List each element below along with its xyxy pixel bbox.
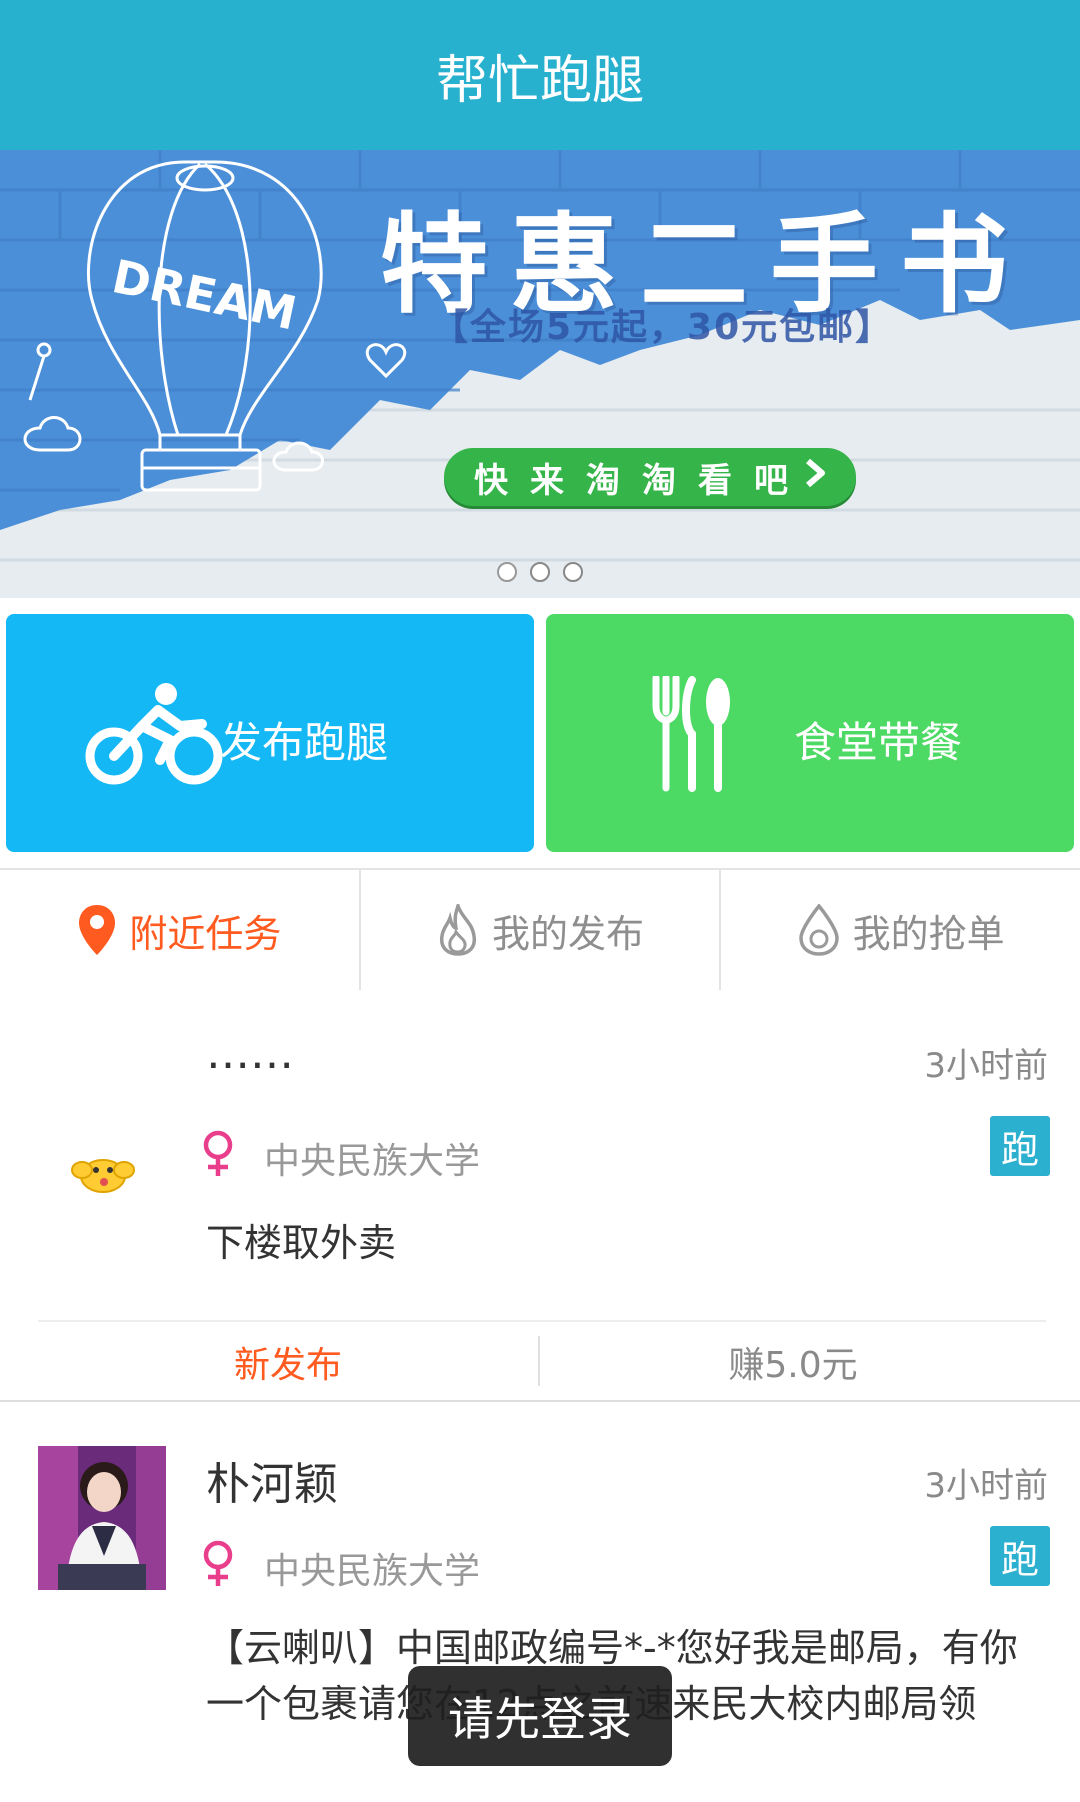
- task-card-footer: 新发布 赚5.0元: [38, 1320, 1046, 1402]
- female-icon: [200, 1130, 236, 1178]
- carousel-dot[interactable]: [563, 562, 583, 582]
- tab-label: 我的发布: [492, 911, 645, 956]
- drop-icon: [797, 904, 841, 956]
- post-time: 3小时前: [924, 1466, 1048, 1506]
- user-photo: [38, 1446, 166, 1590]
- flame-icon: [436, 904, 480, 956]
- task-card[interactable]: …… 3小时前 中央民族大学 跑 下楼取外卖 新发布 赚5.0元: [0, 990, 1080, 1400]
- cutlery-icon: [652, 674, 732, 802]
- banner-subtitle: 【全场5元起，30元包邮】: [432, 307, 894, 348]
- tab-nearby-tasks[interactable]: 附近任务: [0, 870, 359, 990]
- carousel-dot[interactable]: [530, 562, 550, 582]
- errand-badge: 跑: [990, 1526, 1050, 1586]
- post-time: 3小时前: [924, 1046, 1048, 1086]
- canteen-delivery-button[interactable]: 食堂带餐: [546, 614, 1074, 852]
- tab-label: 附近任务: [129, 911, 282, 956]
- avatar[interactable]: [38, 1446, 166, 1590]
- toast-message: 请先登录: [448, 1692, 632, 1746]
- task-tabs: 附近任务 我的发布 我的抢单: [0, 868, 1080, 992]
- publisher-name: 朴河颖: [206, 1459, 338, 1510]
- avatar[interactable]: [38, 1060, 166, 1204]
- tab-my-posts[interactable]: 我的发布: [358, 870, 720, 990]
- location-pin-icon: [77, 903, 117, 957]
- page-title: 帮忙跑腿: [435, 50, 644, 111]
- publish-errand-label: 发布跑腿: [220, 718, 389, 767]
- school-name: 中央民族大学: [264, 1141, 481, 1182]
- female-icon: [200, 1540, 236, 1588]
- bicycle-icon: [84, 680, 224, 796]
- canteen-delivery-label: 食堂带餐: [794, 718, 963, 767]
- banner-cta-label: 快来淘淘看吧: [474, 460, 810, 501]
- banner-cta-button[interactable]: 快来淘淘看吧: [444, 448, 856, 506]
- app-header: 帮忙跑腿: [0, 0, 1080, 150]
- tab-my-grabs[interactable]: 我的抢单: [719, 870, 1080, 990]
- emoji-avatar-image: [71, 1159, 135, 1193]
- task-status: 新发布: [233, 1345, 342, 1386]
- publish-errand-button[interactable]: 发布跑腿: [6, 614, 534, 852]
- publisher-name: ……: [206, 1028, 294, 1079]
- chevron-right-icon: [804, 457, 826, 497]
- errand-badge: 跑: [990, 1116, 1050, 1176]
- login-toast: 请先登录: [408, 1666, 672, 1766]
- carousel-indicator: [0, 562, 1080, 582]
- carousel-dot[interactable]: [497, 562, 517, 582]
- task-reward: 赚5.0元: [728, 1345, 858, 1386]
- tab-label: 我的抢单: [852, 911, 1005, 956]
- promo-banner[interactable]: DREAM 特惠二手书 【全场5元起，30元包邮】 快来淘淘看吧: [0, 150, 1080, 598]
- school-name: 中央民族大学: [264, 1551, 481, 1592]
- task-description: 下楼取外卖: [206, 1221, 397, 1265]
